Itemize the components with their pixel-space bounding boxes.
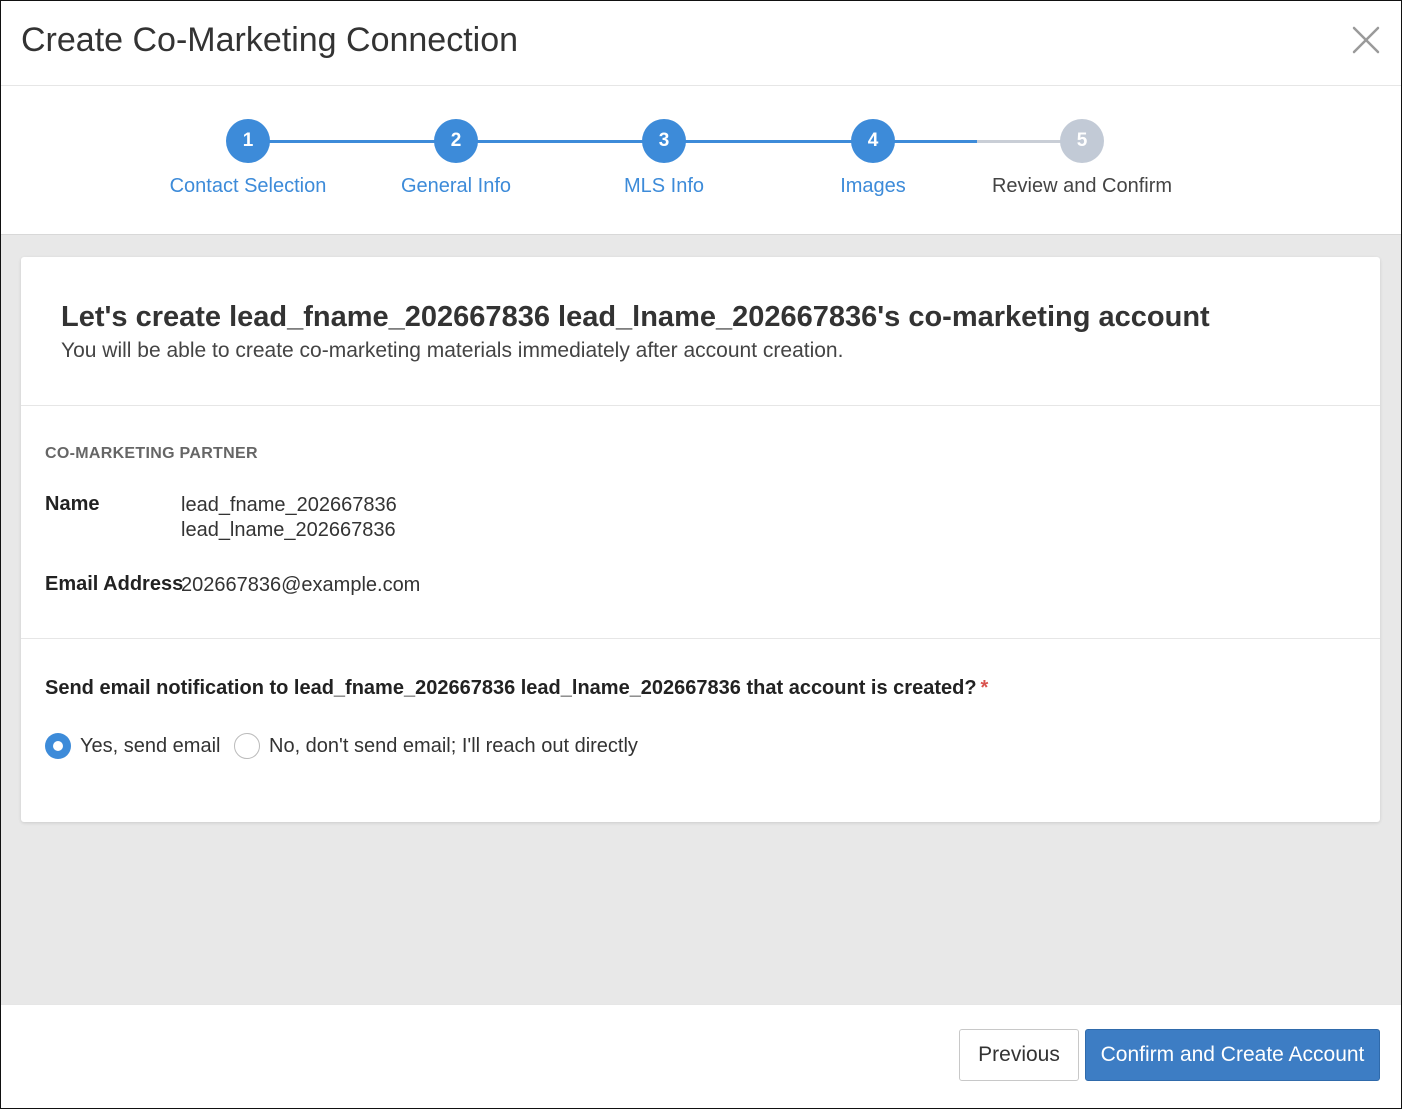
progress-stepper: 1 Contact Selection 2 General Info 3 MLS… [1,86,1401,235]
card-subtitle: You will be able to create co-marketing … [61,339,844,362]
first-name-value: lead_fname_202667836 [181,494,397,516]
step-number-5: 5 [1060,119,1104,163]
email-label: Email Address [45,573,184,595]
name-row: Name lead_fname_202667836 lead_lname_202… [45,493,1355,553]
step-number-1: 1 [226,119,270,163]
step-number-4: 4 [851,119,895,163]
confirm-create-account-button[interactable]: Confirm and Create Account [1085,1029,1380,1081]
card-title: Let's create lead_fname_202667836 lead_l… [61,301,1210,333]
step-number-2: 2 [434,119,478,163]
notification-section: Send email notification to lead_fname_20… [45,677,1355,759]
step-number-3: 3 [642,119,686,163]
modal-title: Create Co-Marketing Connection [21,21,519,59]
step-label-review-and-confirm: Review and Confirm [991,175,1173,197]
step-label-contact-selection: Contact Selection [169,175,327,197]
step-mls-info[interactable]: 3 MLS Info [554,119,774,198]
last-name-value: lead_lname_202667836 [181,519,396,541]
radio-no-label: No, don't send email; I'll reach out dir… [269,734,638,757]
email-row: Email Address 202667836@example.com [45,573,1355,601]
partner-section: CO-MARKETING PARTNER Name lead_fname_202… [45,445,1355,601]
email-value: 202667836@example.com [181,574,421,596]
create-co-marketing-modal: Create Co-Marketing Connection 1 Contact… [0,0,1402,1109]
step-review-and-confirm: 5 Review and Confirm [972,119,1192,198]
notification-options: Yes, send email No, don't send email; I'… [45,733,845,765]
review-card: Let's create lead_fname_202667836 lead_l… [21,257,1380,822]
radio-yes-send-email[interactable]: Yes, send email [45,733,220,759]
step-images[interactable]: 4 Images [763,119,983,198]
name-label: Name [45,493,100,515]
section-label-partner: CO-MARKETING PARTNER [45,445,258,462]
notification-question: Send email notification to lead_fname_20… [45,677,1355,700]
step-contact-selection[interactable]: 1 Contact Selection [138,119,358,198]
radio-unchecked-icon[interactable] [234,733,260,759]
radio-checked-icon[interactable] [45,733,71,759]
section-divider [21,638,1380,639]
close-icon [1352,26,1380,54]
modal-header: Create Co-Marketing Connection [1,1,1401,86]
required-mark: * [980,677,989,699]
notification-question-text: Send email notification to lead_fname_20… [45,677,977,699]
step-label-images: Images [840,175,906,197]
modal-footer: Previous Confirm and Create Account [1,1004,1401,1108]
card-header: Let's create lead_fname_202667836 lead_l… [21,257,1380,406]
step-label-general-info: General Info [400,175,512,197]
step-general-info[interactable]: 2 General Info [346,119,566,198]
step-label-mls-info: MLS Info [623,175,705,197]
radio-yes-label: Yes, send email [80,734,221,757]
name-value: lead_fname_202667836 lead_lname_20266783… [181,493,397,543]
close-button[interactable] [1349,23,1383,57]
previous-button[interactable]: Previous [959,1029,1079,1081]
radio-no-send-email[interactable]: No, don't send email; I'll reach out dir… [234,733,638,759]
